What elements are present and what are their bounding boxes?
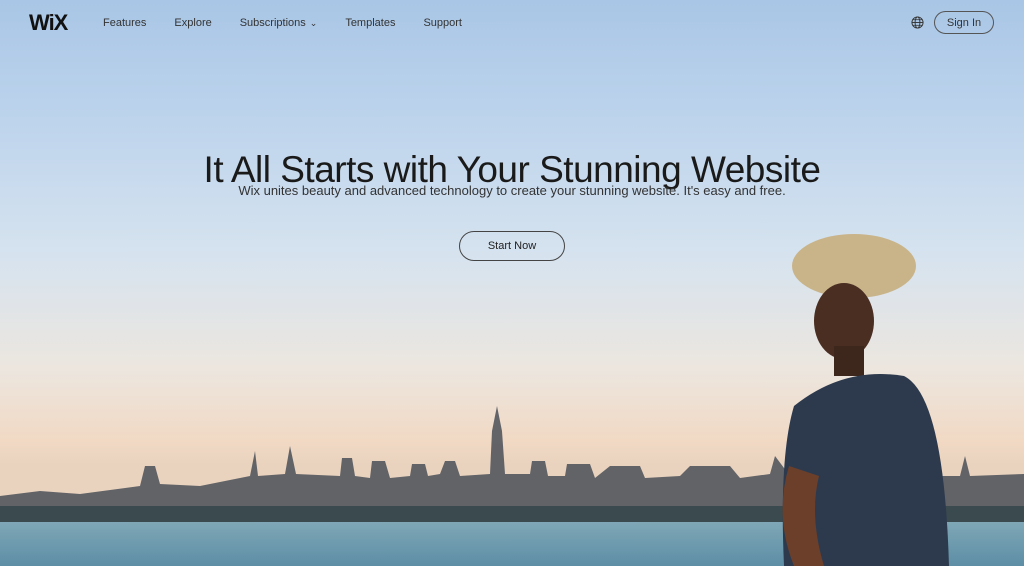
nav-item-templates[interactable]: Templates [345, 17, 395, 29]
hero-background [0, 0, 1024, 566]
hero-subtitle: Wix unites beauty and advanced technolog… [238, 183, 786, 198]
nav-item-subscriptions-label: Subscriptions [239, 17, 306, 29]
sign-in-button[interactable]: Sign In [934, 11, 994, 34]
globe-icon[interactable] [911, 16, 924, 29]
nav-item-subscriptions[interactable]: Subscriptions ⌄ [240, 17, 318, 29]
chevron-down-icon: ⌄ [309, 18, 318, 28]
man-in-hat-image [782, 234, 949, 566]
nav-menu: Features Explore Subscriptions ⌄ Template… [103, 17, 490, 29]
nav-item-explore[interactable]: Explore [174, 17, 211, 29]
nav-item-support[interactable]: Support [423, 17, 462, 29]
top-navigation: WiX Features Explore Subscriptions ⌄ Temp… [0, 0, 1024, 46]
wix-logo[interactable]: WiX [29, 10, 68, 36]
start-now-button[interactable]: Start Now [459, 231, 565, 261]
nav-item-features[interactable]: Features [103, 17, 146, 29]
